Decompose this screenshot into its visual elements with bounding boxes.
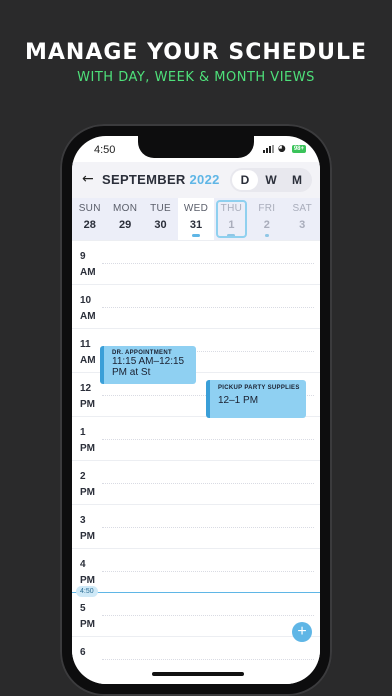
hour-label: 12 PM bbox=[80, 383, 95, 410]
hour-row: 1 PM bbox=[72, 416, 320, 461]
current-time-badge: 4:50 bbox=[76, 586, 98, 597]
phone-screen: 4:50 ◕ 98+ ← SEPTEMBER 2022 D W M SUN 28… bbox=[72, 136, 320, 684]
tab-week-view[interactable]: W bbox=[258, 170, 284, 190]
day-number: 1 bbox=[228, 219, 235, 231]
month-year: 2022 bbox=[189, 172, 220, 187]
status-icons: ◕ 98+ bbox=[262, 144, 306, 154]
day-number: 28 bbox=[83, 219, 96, 231]
hour-label: 11 AM bbox=[80, 339, 96, 366]
day-name: WED bbox=[183, 203, 209, 214]
day-tue[interactable]: TUE 30 bbox=[143, 198, 178, 240]
hour-row: 9 AM bbox=[72, 240, 320, 285]
calendar-header: ← SEPTEMBER 2022 D W M bbox=[72, 162, 320, 198]
day-name: SUN bbox=[78, 203, 101, 214]
promo-headline: MANAGE YOUR SCHEDULE bbox=[24, 40, 368, 65]
tab-day-view[interactable]: D bbox=[232, 170, 258, 190]
day-number: 29 bbox=[119, 219, 132, 231]
half-hour-line bbox=[102, 527, 314, 528]
home-indicator bbox=[152, 672, 244, 676]
day-number: 2 bbox=[263, 219, 270, 231]
day-mon[interactable]: MON 29 bbox=[107, 198, 142, 240]
day-number: 31 bbox=[189, 219, 203, 231]
add-event-button[interactable]: + bbox=[292, 622, 312, 642]
day-fri[interactable]: FRI 2 bbox=[249, 198, 284, 240]
hour-label: 6 bbox=[80, 647, 86, 658]
hour-row: 10 AM bbox=[72, 284, 320, 329]
view-switcher: D W M bbox=[230, 168, 312, 192]
signal-icon bbox=[262, 145, 274, 153]
half-hour-line bbox=[102, 659, 314, 660]
day-number: 30 bbox=[154, 219, 167, 231]
current-time-line bbox=[72, 592, 320, 593]
day-name: SAT bbox=[292, 203, 313, 214]
hour-label: 9 AM bbox=[80, 251, 96, 278]
half-hour-line bbox=[102, 483, 314, 484]
tab-month-view[interactable]: M bbox=[284, 170, 310, 190]
hour-row: 2 PM bbox=[72, 460, 320, 505]
day-name: MON bbox=[113, 203, 138, 214]
day-sat[interactable]: SAT 3 bbox=[285, 198, 320, 240]
notch bbox=[138, 136, 254, 158]
event-dot bbox=[191, 234, 200, 237]
hour-label: 5 PM bbox=[80, 603, 95, 630]
battery-indicator: 98+ bbox=[291, 145, 306, 153]
event-title: PICKUP PARTY SUPPLIES bbox=[218, 385, 300, 391]
hour-label: 4 PM bbox=[80, 559, 95, 586]
day-name: FRI bbox=[258, 203, 276, 214]
month-title[interactable]: SEPTEMBER 2022 bbox=[102, 172, 220, 187]
event-time: 11:15 AM–12:15 bbox=[112, 356, 185, 367]
half-hour-line bbox=[102, 307, 314, 308]
promo-subhead: WITH DAY, WEEK & MONTH VIEWS bbox=[77, 70, 315, 85]
day-timeline[interactable]: 9 AM 10 AM 11 AM 12 PM 1 PM 2 PM 3 PM 4 PM bbox=[72, 240, 320, 684]
event-location: PM at St bbox=[112, 367, 151, 378]
day-thu[interactable]: THU 1 bbox=[214, 198, 249, 240]
event-dot bbox=[227, 234, 236, 237]
half-hour-line bbox=[102, 615, 314, 616]
event-dot bbox=[264, 234, 269, 237]
half-hour-line bbox=[102, 263, 314, 264]
hour-row: 5 PM bbox=[72, 592, 320, 637]
day-name: THU bbox=[220, 203, 243, 214]
month-name: SEPTEMBER bbox=[102, 172, 186, 187]
half-hour-line bbox=[102, 439, 314, 440]
hour-label: 3 PM bbox=[80, 515, 95, 542]
hour-row: 4 PM bbox=[72, 548, 320, 593]
hour-label: 10 AM bbox=[80, 295, 96, 322]
day-wed[interactable]: WED 31 bbox=[178, 198, 214, 240]
wifi-icon: ◕ bbox=[277, 144, 286, 154]
event-dr-appointment[interactable]: DR. APPOINTMENT 11:15 AM–12:15 PM at St bbox=[100, 346, 196, 384]
back-arrow-icon[interactable]: ← bbox=[82, 171, 94, 187]
day-name: TUE bbox=[150, 203, 171, 214]
hour-row: 3 PM bbox=[72, 504, 320, 549]
week-days-strip: SUN 28 MON 29 TUE 30 WED 31 THU 1 FRI 2 … bbox=[72, 198, 320, 240]
hour-label: 1 PM bbox=[80, 427, 95, 454]
half-hour-line bbox=[102, 571, 314, 572]
event-time: 12–1 PM bbox=[218, 395, 259, 406]
hour-label: 2 PM bbox=[80, 471, 95, 498]
event-pickup-party-supplies[interactable]: PICKUP PARTY SUPPLIES 12–1 PM bbox=[206, 380, 306, 418]
status-time: 4:50 bbox=[94, 144, 116, 156]
day-sun[interactable]: SUN 28 bbox=[72, 198, 107, 240]
day-number: 3 bbox=[299, 219, 306, 231]
